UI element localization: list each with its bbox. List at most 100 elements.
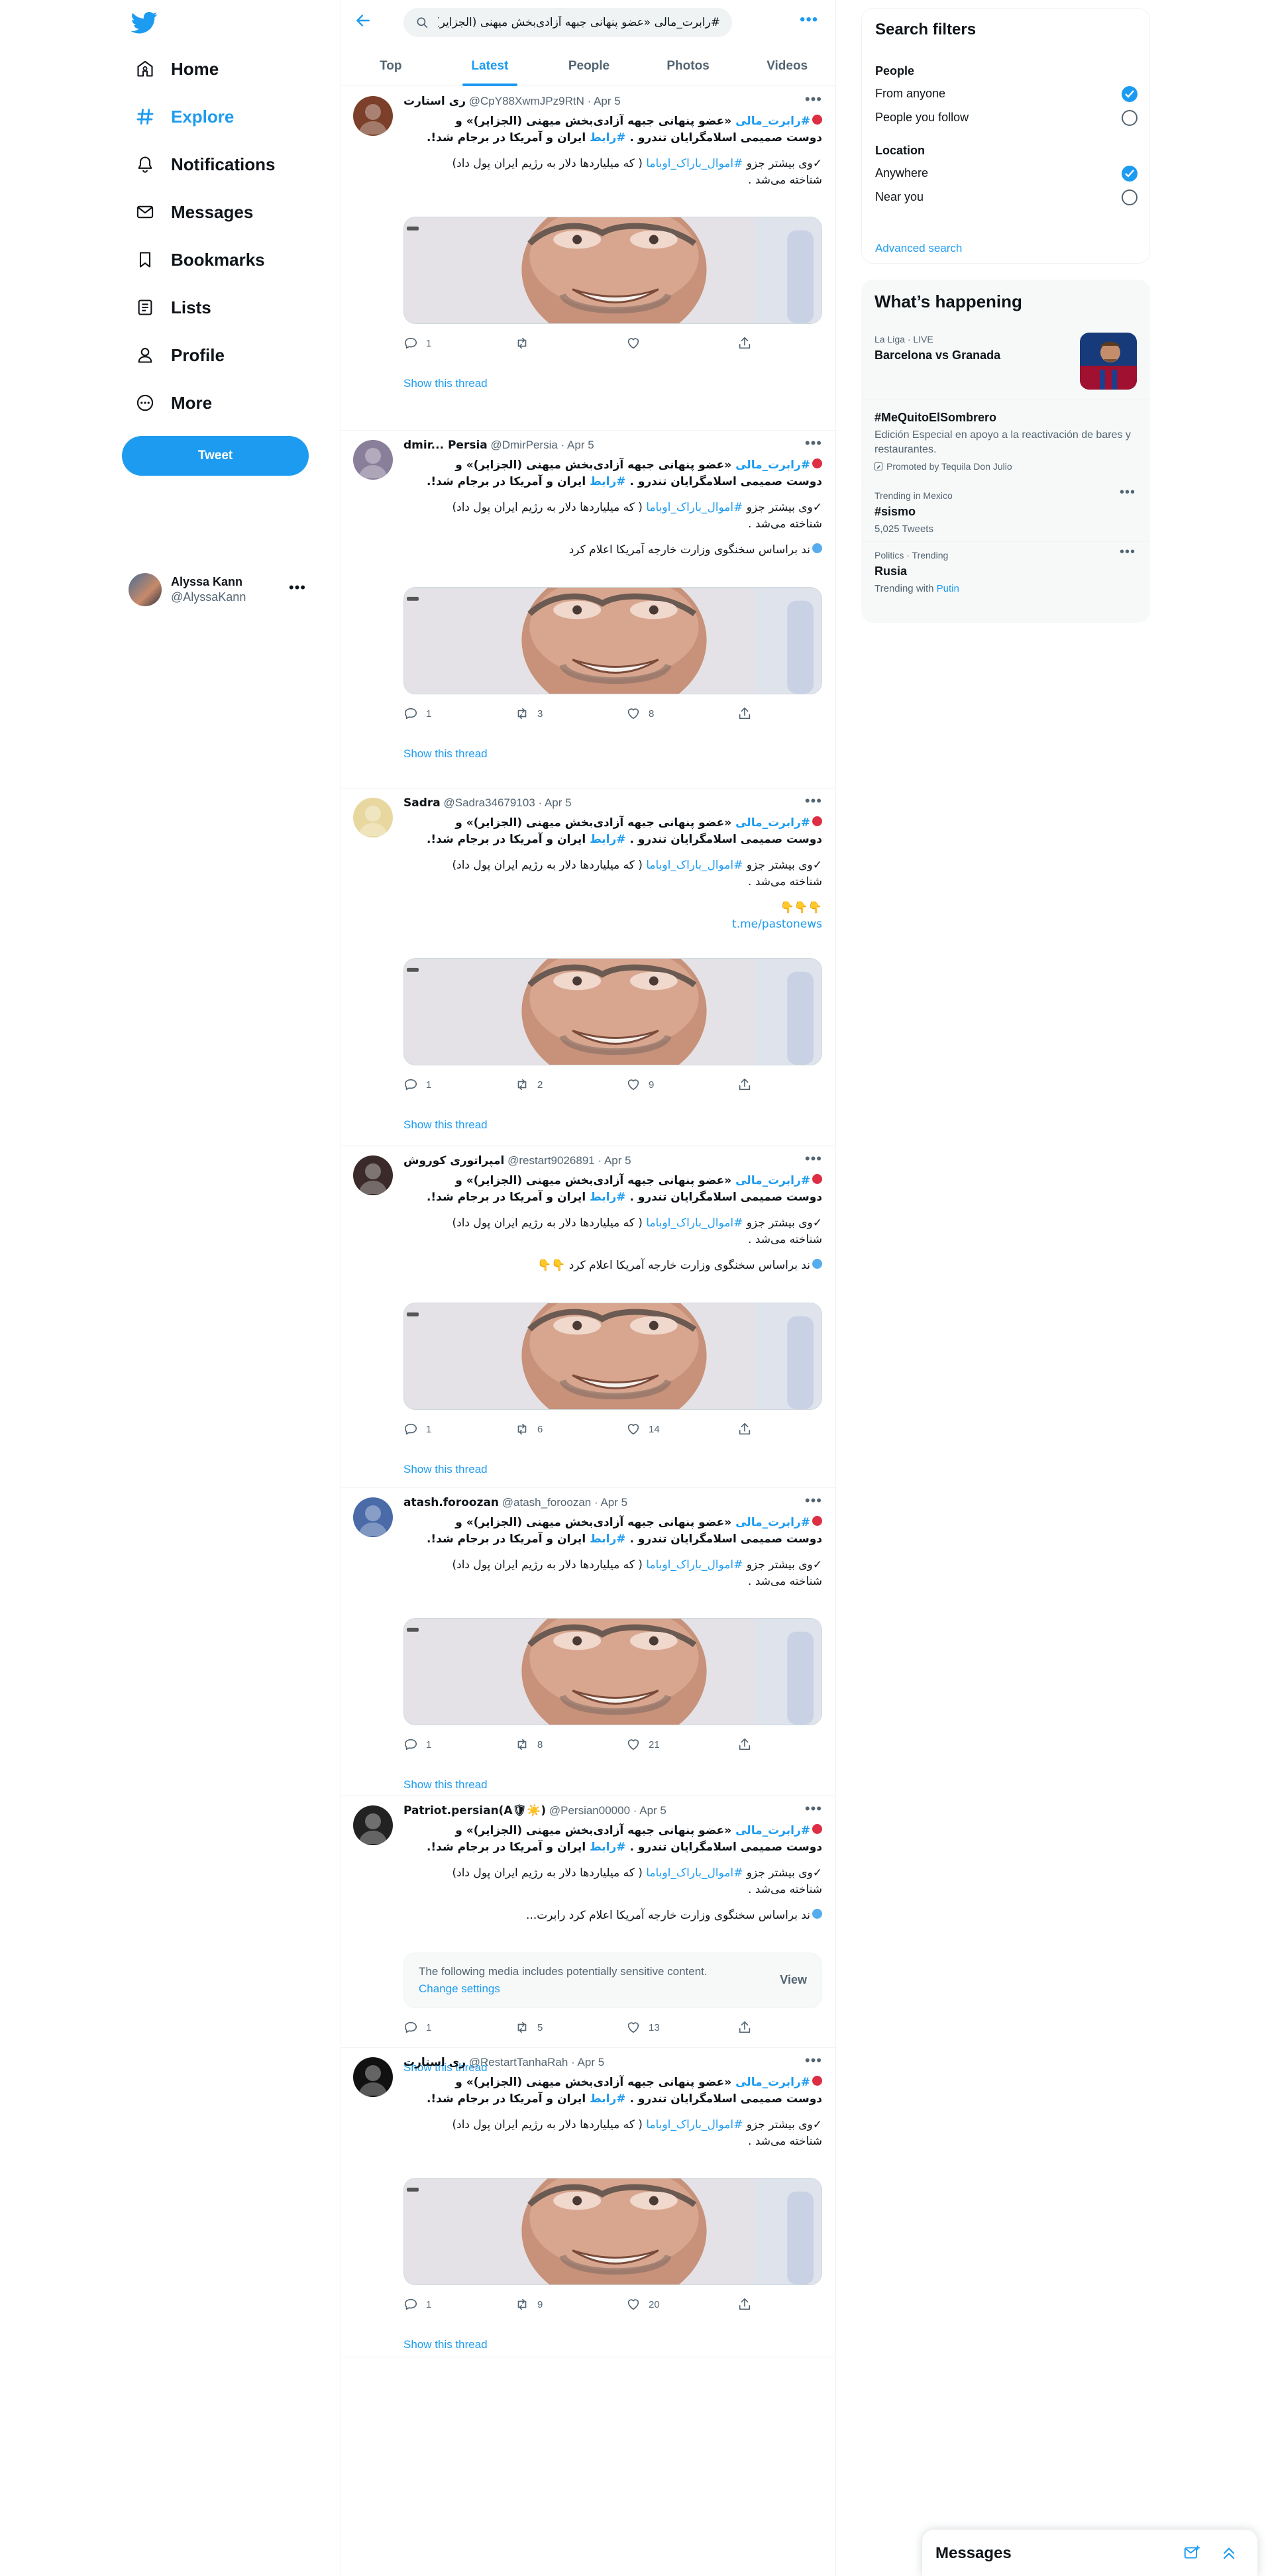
hashtag-link[interactable]: #رابط <box>590 833 625 846</box>
advanced-search-link[interactable]: Advanced search <box>875 242 962 255</box>
tweet-media[interactable] <box>403 2178 822 2285</box>
reply-button[interactable]: 1 <box>403 336 431 350</box>
nav-notifications[interactable]: Notifications <box>127 146 283 183</box>
avatar[interactable] <box>353 1155 393 1195</box>
like-button[interactable]: 14 <box>626 1422 660 1436</box>
like-button[interactable]: 21 <box>626 1737 660 1752</box>
tweet[interactable]: Patriot.persian(A🛡☀️) @Persian00000 · Ap… <box>341 1796 837 2074</box>
hashtag-link[interactable]: #اموال_باراک_اوباما <box>646 859 743 872</box>
tweet-link[interactable]: t.me/pastonews <box>732 918 822 931</box>
tweet-media[interactable] <box>403 587 822 694</box>
reply-button[interactable]: 1 <box>403 706 431 721</box>
tweet-author-handle[interactable]: @restart9026891 <box>507 1154 595 1167</box>
more-dots-icon[interactable]: ••• <box>805 435 822 452</box>
more-dots-icon[interactable]: ••• <box>805 792 822 810</box>
tab-people[interactable]: People <box>539 46 639 85</box>
tweet-author-name[interactable]: dmir... Persia <box>403 439 488 452</box>
share-button[interactable] <box>737 2297 760 2312</box>
tweet-date[interactable]: Apr 5 <box>545 796 572 809</box>
change-settings-link[interactable]: Change settings <box>419 1982 500 1996</box>
hashtag-link[interactable]: #رابط <box>590 131 625 144</box>
more-dots-icon[interactable]: ••• <box>1120 545 1136 560</box>
account-switcher[interactable]: Alyssa Kann @AlyssaKann ••• <box>129 568 321 611</box>
show-thread-link[interactable]: Show this thread <box>403 2338 488 2351</box>
like-button[interactable]: 9 <box>626 1077 654 1092</box>
hashtag-link[interactable]: #اموال_باراک_اوباما <box>646 1558 743 1572</box>
retweet-button[interactable]: 6 <box>515 1422 543 1436</box>
hashtag-link[interactable]: #اموال_باراک_اوباما <box>646 1866 743 1880</box>
reply-button[interactable]: 1 <box>403 1737 431 1752</box>
hashtag-link[interactable]: #رابرت_مالی <box>735 1516 810 1529</box>
show-thread-link[interactable]: Show this thread <box>403 377 488 390</box>
radio-checked-icon[interactable] <box>1122 166 1138 182</box>
hashtag-link[interactable]: #رابط <box>590 1841 625 1854</box>
radio-unchecked-icon[interactable] <box>1122 189 1138 205</box>
new-message-icon[interactable] <box>1183 2544 1200 2561</box>
hashtag-link[interactable]: #رابرت_مالی <box>735 1824 810 1837</box>
tweet-media[interactable] <box>403 1303 822 1410</box>
retweet-button[interactable]: 2 <box>515 1077 543 1092</box>
twitter-logo-icon[interactable] <box>131 9 158 36</box>
hashtag-link[interactable]: #اموال_باراک_اوباما <box>646 501 743 514</box>
hashtag-link[interactable]: #اموال_باراک_اوباما <box>646 1216 743 1230</box>
more-dots-icon[interactable]: ••• <box>289 579 306 596</box>
tweet-author-handle[interactable]: @Persian00000 <box>549 1804 630 1817</box>
radio-checked-icon[interactable] <box>1122 86 1138 102</box>
radio-unchecked-icon[interactable] <box>1122 110 1138 126</box>
tweet[interactable]: atash.foroozan @atash_foroozan · Apr 5 •… <box>341 1488 837 1796</box>
tweet-author-handle[interactable]: @atash_foroozan <box>502 1496 591 1509</box>
reply-button[interactable]: 1 <box>403 1422 431 1436</box>
tweet-media[interactable] <box>403 217 822 324</box>
more-dots-icon[interactable]: ••• <box>805 1492 822 1509</box>
tweet-author-handle[interactable]: @CpY88XwmJPz9RtN <box>469 95 584 107</box>
tweet-author-name[interactable]: امپراتوری کوروش <box>403 1154 504 1167</box>
avatar[interactable] <box>353 440 393 480</box>
more-dots-icon[interactable]: ••• <box>805 2052 822 2069</box>
like-button[interactable]: 13 <box>626 2020 660 2035</box>
nav-home[interactable]: Home <box>127 50 227 87</box>
trend-with-link[interactable]: Putin <box>937 583 959 594</box>
tweet-date[interactable]: Apr 5 <box>567 439 594 451</box>
tweet-author-handle[interactable]: @DmirPersia <box>491 439 558 451</box>
avatar[interactable] <box>353 1805 393 1845</box>
reply-button[interactable]: 1 <box>403 2020 431 2035</box>
trend-item[interactable]: Trending in Mexico #sismo 5,025 Tweets •… <box>861 482 1150 542</box>
tweet[interactable]: Sadra @Sadra34679103 · Apr 5 ••• #رابرت_… <box>341 788 837 1146</box>
reply-button[interactable]: 1 <box>403 2297 431 2312</box>
chevron-up-icon[interactable] <box>1220 2544 1238 2561</box>
nav-bookmarks[interactable]: Bookmarks <box>127 241 273 278</box>
tweet-author-handle[interactable]: @RestartTanhaRah <box>469 2056 568 2068</box>
hashtag-link[interactable]: #رابط <box>590 1532 625 1546</box>
avatar[interactable] <box>353 798 393 837</box>
share-button[interactable] <box>737 1422 760 1436</box>
share-button[interactable] <box>737 336 760 350</box>
avatar[interactable] <box>353 96 393 136</box>
hashtag-link[interactable]: #رابرت_مالی <box>735 1174 810 1187</box>
tweet[interactable]: dmir... Persia @DmirPersia · Apr 5 ••• #… <box>341 431 837 788</box>
search-input[interactable] <box>438 16 720 29</box>
retweet-button[interactable]: 3 <box>515 706 543 721</box>
like-button[interactable]: 20 <box>626 2297 660 2312</box>
more-dots-icon[interactable]: ••• <box>800 11 818 29</box>
view-media-button[interactable]: View <box>780 1973 807 1987</box>
share-button[interactable] <box>737 2020 760 2035</box>
hashtag-link[interactable]: #رابط <box>590 1191 625 1204</box>
avatar[interactable] <box>353 2057 393 2097</box>
retweet-button[interactable] <box>515 336 537 350</box>
tweet-media[interactable] <box>403 958 822 1065</box>
trend-item-promoted[interactable]: #MeQuitoElSombrero Edición Especial en a… <box>861 400 1150 482</box>
tweet-date[interactable]: Apr 5 <box>578 2056 605 2068</box>
filter-option-near-you[interactable]: Near you <box>875 189 1138 205</box>
tab-latest[interactable]: Latest <box>441 46 540 86</box>
hashtag-link[interactable]: #اموال_باراک_اوباما <box>646 157 743 170</box>
show-thread-link[interactable]: Show this thread <box>403 1463 488 1476</box>
nav-profile[interactable]: Profile <box>127 337 233 374</box>
tweet-author-name[interactable]: ری استارت <box>403 95 466 108</box>
tweet-author-name[interactable]: Patriot.persian(A🛡☀️) <box>403 1804 546 1817</box>
trend-item[interactable]: Politics · Trending Rusia Trending with … <box>861 542 1150 620</box>
search-box[interactable] <box>403 8 732 37</box>
show-thread-link[interactable]: Show this thread <box>403 1778 488 1792</box>
filter-option-anywhere[interactable]: Anywhere <box>875 166 1138 182</box>
retweet-button[interactable]: 9 <box>515 2297 543 2312</box>
messages-drawer[interactable]: Messages <box>922 2530 1257 2576</box>
